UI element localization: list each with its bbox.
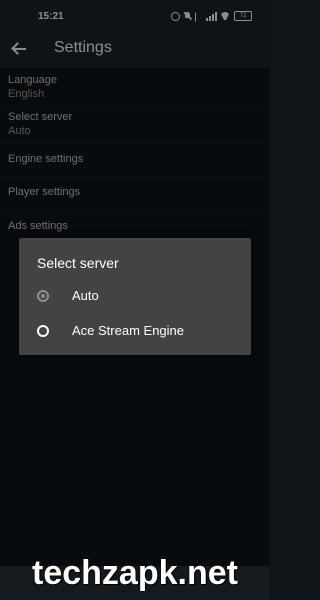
watermark: techzapk.net: [32, 554, 238, 592]
radio-selected-icon[interactable]: [37, 290, 49, 302]
option-label: Auto: [72, 288, 99, 303]
option-label: Ace Stream Engine: [72, 323, 185, 338]
dialog-title: Select server: [37, 255, 119, 271]
select-server-dialog: Select server Auto Ace Stream Engine: [19, 238, 251, 355]
option-auto[interactable]: Auto: [19, 280, 251, 314]
radio-unselected-icon[interactable]: [37, 325, 49, 337]
option-ace-stream-engine[interactable]: Ace Stream Engine: [19, 315, 251, 349]
